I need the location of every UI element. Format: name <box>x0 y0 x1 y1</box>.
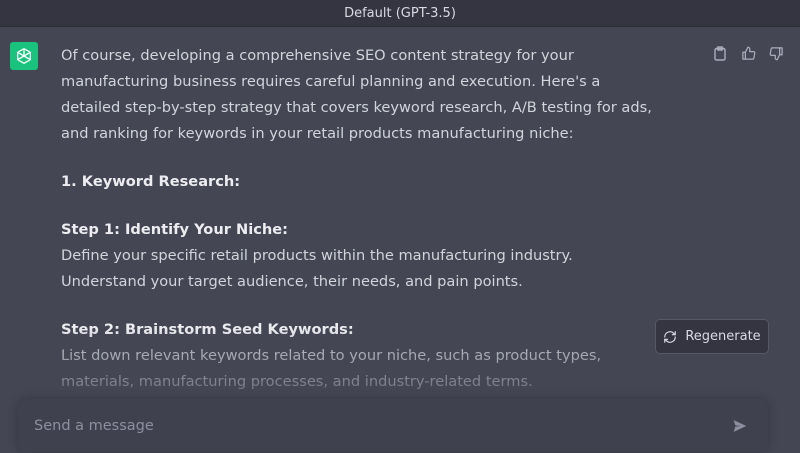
message-composer <box>18 399 768 452</box>
step1-title: Step 1: Identify Your Niche: <box>61 221 288 238</box>
step1-text: Define your specific retail products wit… <box>61 247 573 290</box>
message-input[interactable] <box>18 399 730 452</box>
message-content: Of course, developing a comprehensive SE… <box>61 43 661 417</box>
regenerate-label: Regenerate <box>685 329 761 344</box>
clipboard-icon[interactable] <box>712 45 728 61</box>
refresh-icon <box>663 330 677 344</box>
assistant-message: Of course, developing a comprehensive SE… <box>0 27 800 453</box>
section-heading: 1. Keyword Research: <box>61 173 241 190</box>
thumbs-down-icon[interactable] <box>768 45 784 61</box>
send-icon[interactable] <box>730 416 750 436</box>
message-actions <box>712 45 784 61</box>
step2-text: List down relevant keywords related to y… <box>61 347 602 390</box>
thumbs-up-icon[interactable] <box>740 45 756 61</box>
model-label: Default (GPT-3.5) <box>344 5 456 21</box>
step2-title: Step 2: Brainstorm Seed Keywords: <box>61 321 354 338</box>
model-header: Default (GPT-3.5) <box>0 0 800 27</box>
intro-paragraph: Of course, developing a comprehensive SE… <box>61 47 652 142</box>
openai-logo-icon <box>10 42 38 70</box>
regenerate-button[interactable]: Regenerate <box>655 319 769 354</box>
